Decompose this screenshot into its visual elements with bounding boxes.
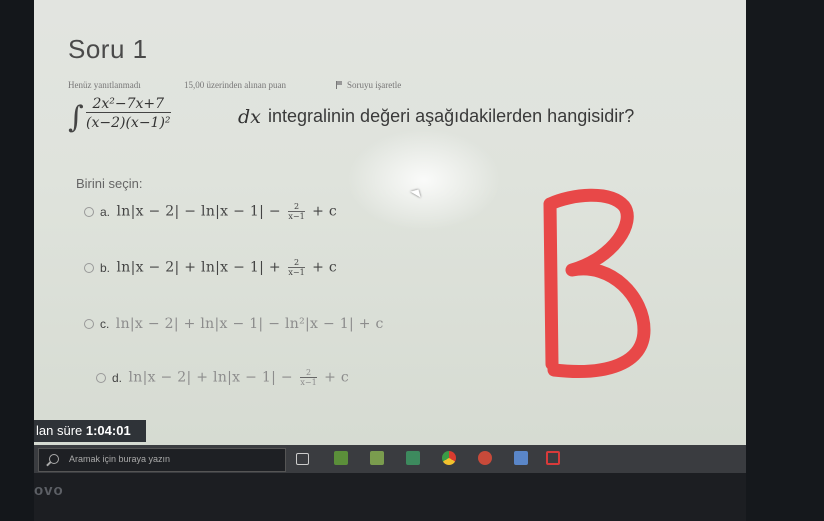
option-a[interactable]: a. ln|x − 2| − ln|x − 1| − 2 x−1 + c — [84, 202, 337, 221]
handwritten-answer-b — [543, 188, 651, 378]
monitor-bezel-left — [0, 0, 34, 521]
app-icon-2[interactable] — [406, 451, 420, 465]
task-view-icon[interactable] — [296, 453, 309, 465]
option-b-num: 2 — [288, 258, 305, 268]
option-d-constant: + c — [324, 369, 350, 386]
option-a-num: 2 — [288, 202, 305, 212]
monitor-bezel-bottom — [34, 473, 746, 521]
search-placeholder: Aramak için buraya yazın — [69, 454, 171, 464]
search-icon — [49, 454, 59, 464]
antivirus-icon[interactable] — [546, 451, 560, 465]
option-a-text: ln|x − 2| − ln|x − 1| − — [116, 203, 281, 220]
flag-question-label: Soruyu işaretle — [347, 80, 402, 90]
option-b-text: ln|x − 2| + ln|x − 1| + — [116, 259, 281, 276]
question-prompt: integralinin değeri aşağıdakilerden hang… — [268, 106, 635, 126]
option-a-label: a. — [100, 204, 111, 219]
option-b-den: x−1 — [288, 268, 305, 277]
integral-dx: dx — [238, 106, 261, 128]
option-c-text: ln|x − 2| + ln|x − 1| − ln²|x − 1| + c — [115, 316, 384, 332]
integral-sign: ∫ — [68, 100, 84, 135]
option-b-constant: + c — [312, 259, 338, 276]
choose-one-label: Birini seçin: — [76, 176, 143, 191]
radio-b[interactable] — [84, 262, 94, 273]
chrome-icon[interactable] — [442, 451, 456, 465]
monitor-bezel-right — [746, 0, 824, 521]
app-icon-1[interactable] — [334, 451, 348, 465]
option-d-text: ln|x − 2| + ln|x − 1| − — [128, 369, 293, 386]
integrand-numerator: 2x²−7x+7 — [86, 96, 171, 113]
taskbar: Aramak için buraya yazın — [34, 445, 746, 473]
taskbar-search[interactable]: Aramak için buraya yazın — [38, 448, 286, 472]
radio-c[interactable] — [84, 319, 94, 329]
integrand-denominator: (x−2)(x−1)² — [86, 115, 171, 131]
time-remaining-value: 1:04:01 — [85, 423, 131, 438]
option-b[interactable]: b. ln|x − 2| + ln|x − 1| + 2 x−1 + c — [84, 258, 337, 277]
time-remaining: lan süre 1:04:01 — [34, 420, 146, 442]
option-a-den: x−1 — [288, 212, 305, 221]
integrand-fraction: 2x²−7x+7 (x−2)(x−1)² — [86, 96, 171, 131]
option-a-constant: + c — [312, 203, 338, 220]
question-text: ∫ 2x²−7x+7 (x−2)(x−1)² dx integralinin d… — [68, 96, 708, 144]
option-d-label: d. — [112, 370, 123, 385]
radio-d[interactable] — [96, 372, 106, 383]
question-status: Henüz yanıtlanmadı — [68, 80, 141, 90]
option-d[interactable]: d. ln|x − 2| + ln|x − 1| − 2 x−1 + c — [96, 368, 349, 387]
question-points: 15,00 üzerinden alınan puan — [184, 80, 286, 90]
flag-icon — [336, 81, 344, 89]
option-b-label: b. — [100, 260, 111, 275]
option-c[interactable]: c. ln|x − 2| + ln|x − 1| − ln²|x − 1| + … — [84, 316, 384, 332]
store-icon[interactable] — [370, 451, 384, 465]
option-d-den: x−1 — [300, 378, 317, 387]
brand-logo: ovo — [34, 482, 64, 499]
option-d-fraction: 2 x−1 — [300, 368, 317, 387]
time-remaining-label: lan süre — [36, 423, 83, 438]
option-d-num: 2 — [300, 368, 317, 378]
option-c-label: c. — [100, 317, 110, 331]
radio-a[interactable] — [84, 206, 94, 217]
question-title: Soru 1 — [68, 34, 148, 64]
app-icon-3[interactable] — [478, 451, 492, 465]
quiz-screen: Soru 1 Henüz yanıtlanmadı 15,00 üzerinde… — [34, 0, 746, 445]
option-a-fraction: 2 x−1 — [288, 202, 305, 221]
flag-question-link[interactable]: Soruyu işaretle — [336, 80, 401, 90]
app-icon-4[interactable] — [514, 451, 528, 465]
option-b-fraction: 2 x−1 — [288, 258, 305, 277]
